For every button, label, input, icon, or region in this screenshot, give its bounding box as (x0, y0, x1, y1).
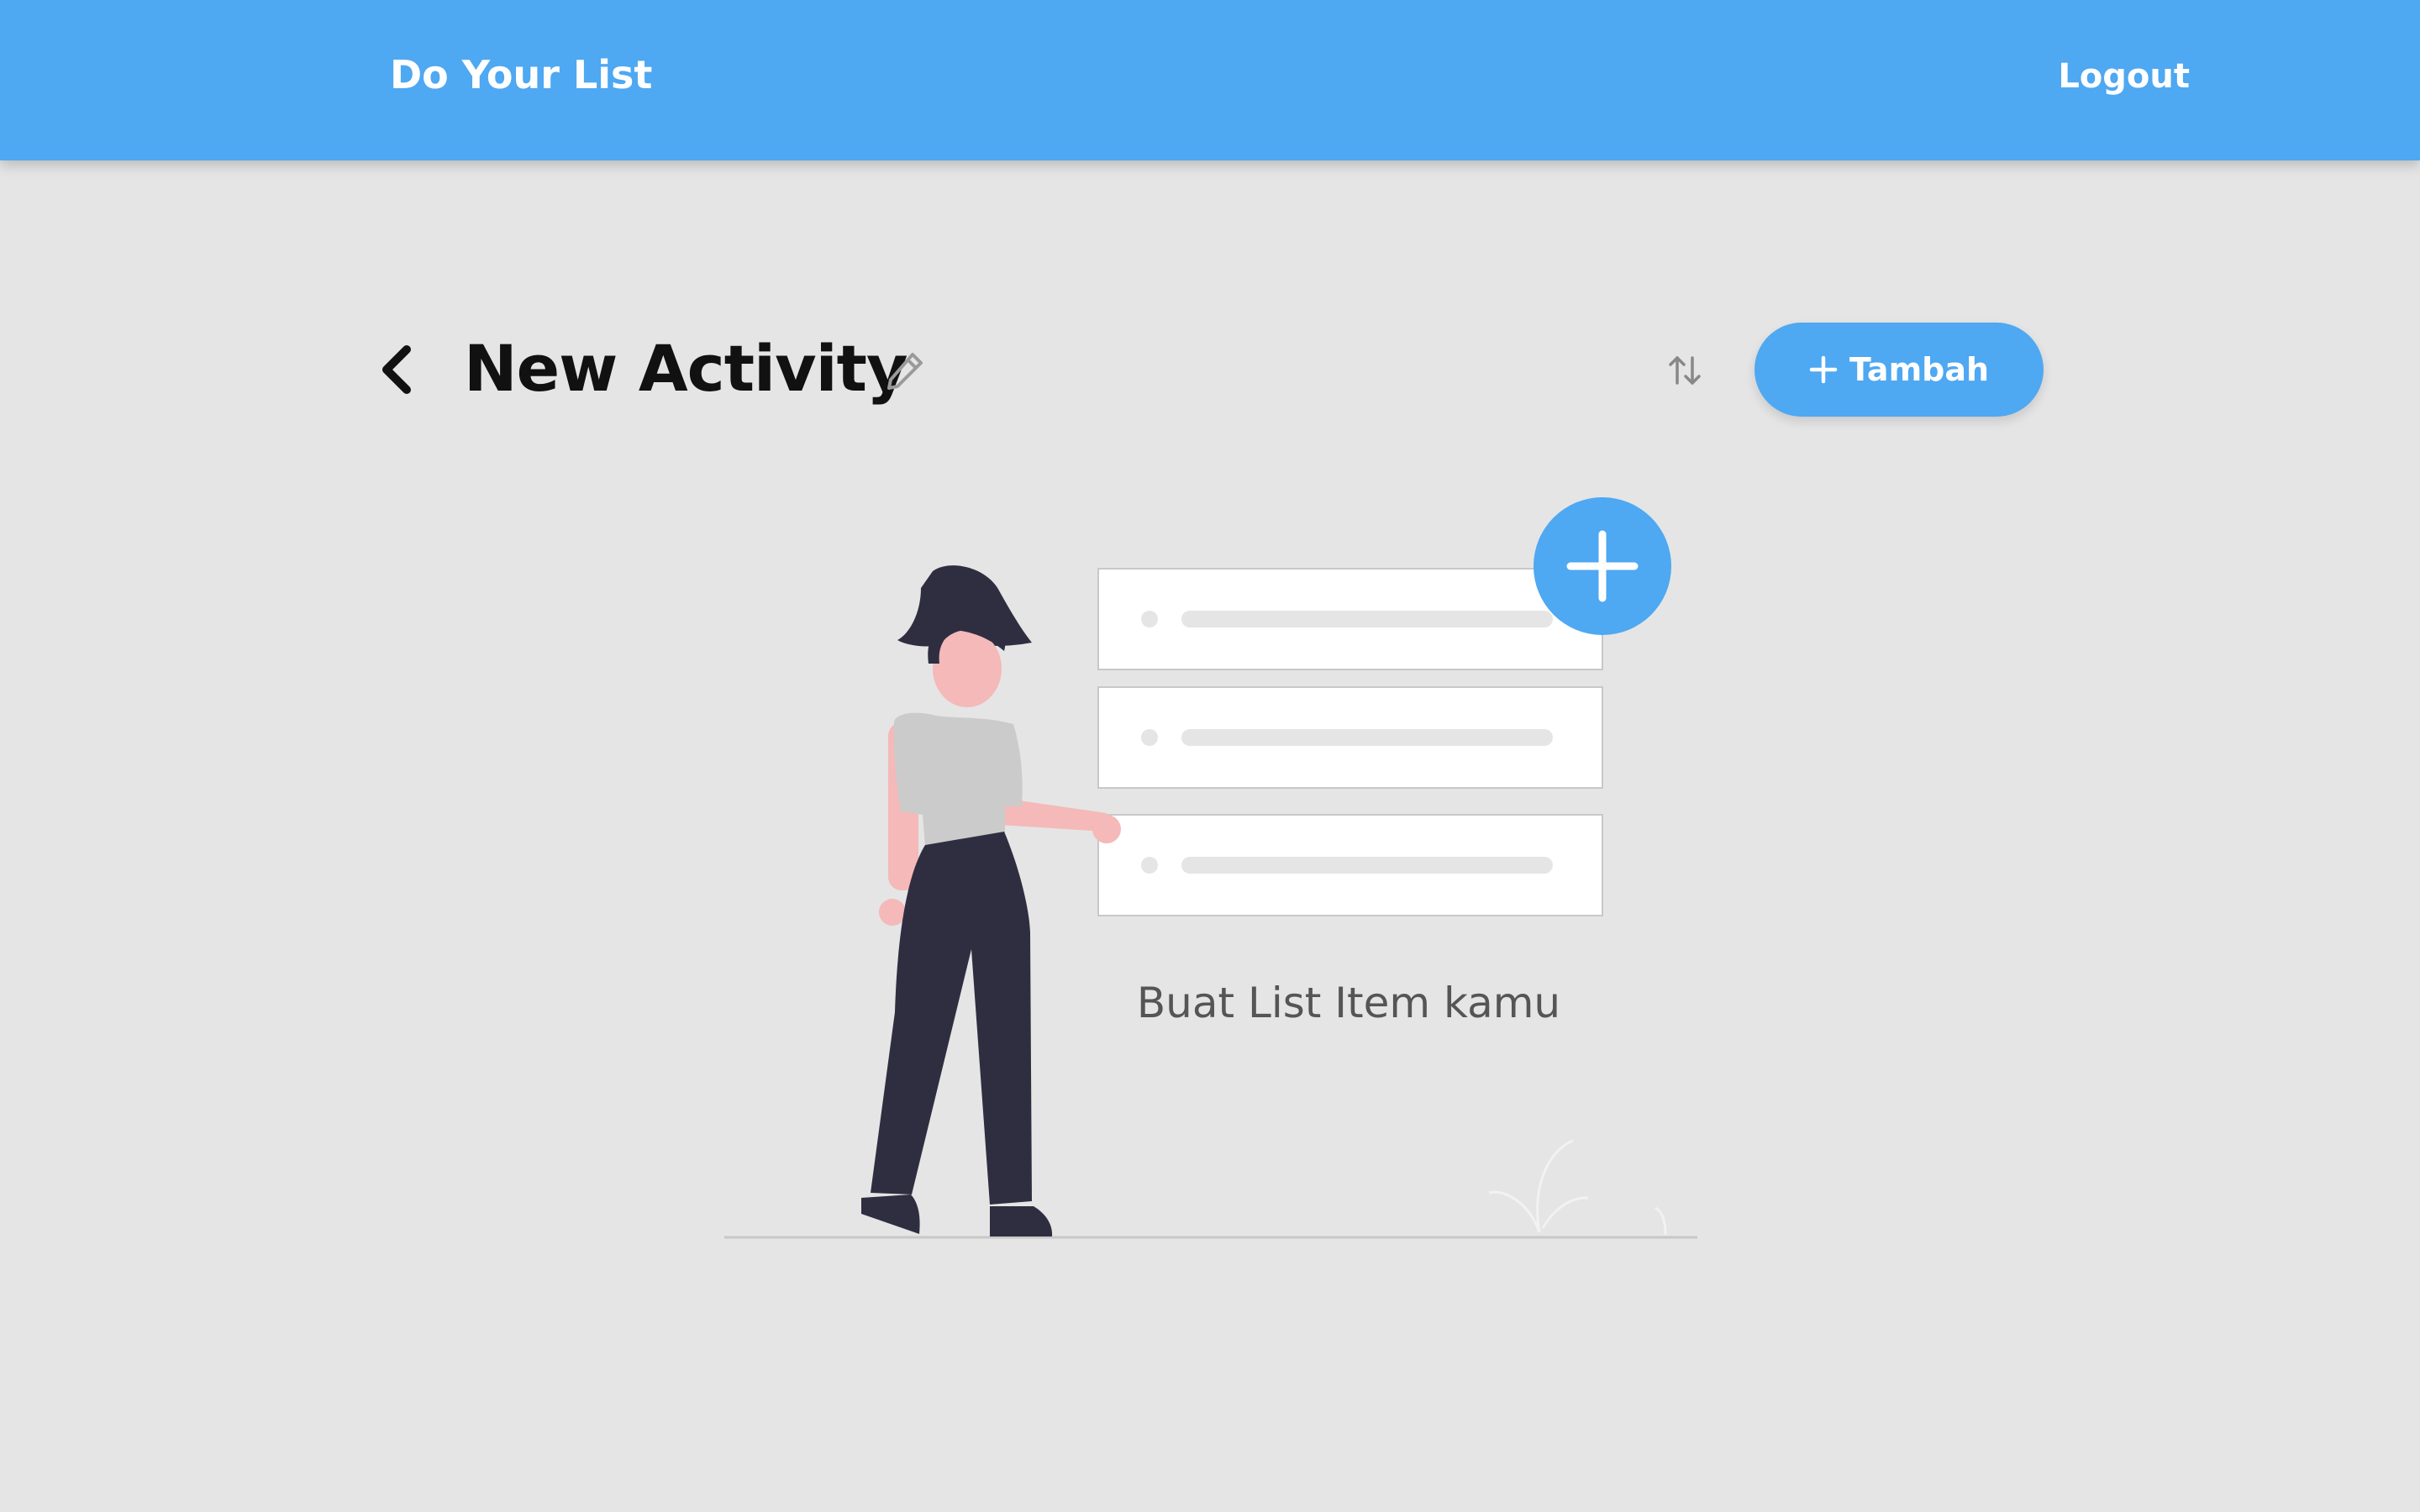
logout-button[interactable]: Logout (2058, 57, 2190, 96)
chevron-left-icon (382, 345, 411, 394)
back-button[interactable] (373, 336, 424, 403)
edit-title-button[interactable] (884, 348, 926, 393)
plus-icon (1809, 355, 1838, 384)
navbar: Do Your List Logout (0, 0, 2420, 160)
add-item-button[interactable]: Tambah (1754, 323, 2044, 417)
empty-state-illustration[interactable] (723, 496, 1697, 1243)
add-item-label: Tambah (1849, 351, 1990, 388)
activity-title[interactable]: New Activity (464, 331, 908, 406)
woman-with-list-illustration (724, 497, 1697, 1239)
sort-arrows-icon (1669, 356, 1701, 385)
app-title: Do Your List (390, 52, 653, 97)
empty-state-message: Buat List Item kamu (1136, 979, 1561, 1027)
sort-button[interactable] (1665, 351, 1704, 390)
pencil-icon (887, 353, 923, 390)
